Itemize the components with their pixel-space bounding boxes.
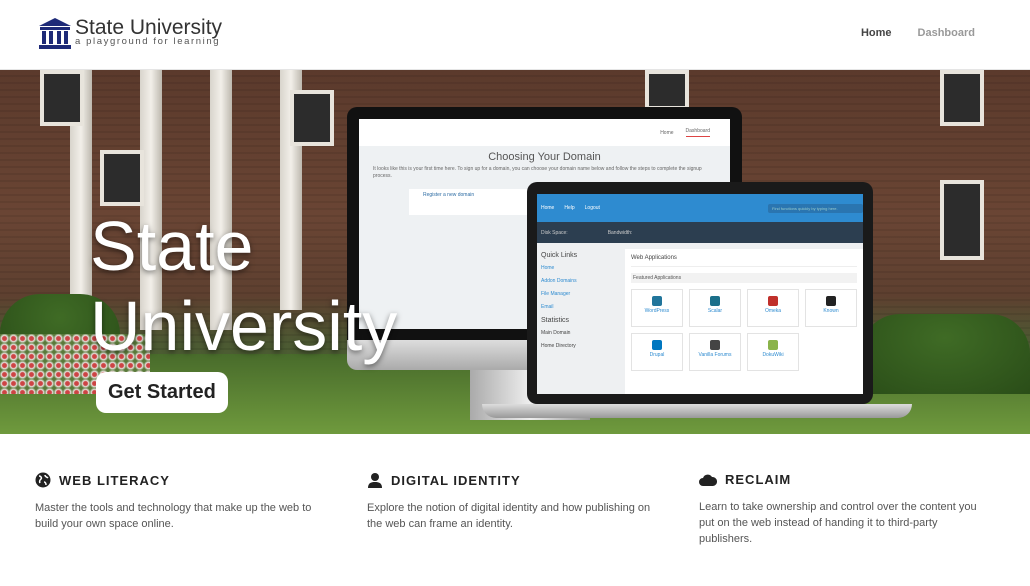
mock-app-tile: Drupal [631,333,683,371]
mock-app-tile: DokuWiki [747,333,799,371]
app-name: Omeka [764,308,782,314]
feature-text: Learn to take ownership and control over… [699,501,977,545]
mock-app-tile: Omeka [747,289,799,327]
logo-title: State University [75,16,223,39]
mock-nav-home: Home [660,129,674,136]
feature-digital-identity: DIGITAL IDENTITY Explore the notion of d… [367,472,657,532]
app-icon [710,296,720,306]
app-icon [826,296,836,306]
mock-link: Home [541,265,555,271]
app-name: WordPress [644,308,670,314]
app-name: Scalar [707,308,723,314]
app-name: DokuWiki [762,352,784,358]
mock-apps-title: Web Applications [631,255,857,267]
hedge [860,314,1030,394]
mock-app-tile: Vanilla Forums [689,333,741,371]
feature-title: DIGITAL IDENTITY [391,472,521,488]
feature-web-literacy: WEB LITERACY Master the tools and techno… [35,472,325,532]
laptop-mockup: Home Help Logout Find functions quickly … [527,182,873,404]
window [100,150,144,206]
site-header: State University a playground for learni… [0,0,1030,70]
app-icon [768,296,778,306]
mock-disk: Disk Space: [541,229,568,236]
mock-main-domain: Main Domain [541,330,571,336]
app-name: Drupal [649,352,665,358]
mock-home: Home [541,205,555,211]
logo-subtitle: a playground for learning [75,36,221,47]
window [290,90,334,146]
window [940,180,984,260]
mock-intro: It looks like this is your first time he… [373,166,702,179]
mock-bandwidth: Bandwidth: [607,229,633,236]
feature-title: RECLAIM [725,472,792,487]
mock-link: Addon Domains [541,278,577,284]
mock-home-dir: Home Directory [541,343,576,349]
cloud-icon [699,474,717,486]
logo[interactable]: State University a playground for learni… [38,17,222,49]
app-icon [768,340,778,350]
user-icon [368,473,382,488]
mock-statistics: Statistics [541,317,570,324]
mock-help: Help [564,205,575,211]
mock-logout: Logout [584,205,600,211]
main-nav: Home Dashboard [861,27,975,39]
mock-link: File Manager [541,291,571,297]
app-icon [710,340,720,350]
nav-home[interactable]: Home [861,27,892,39]
window [645,70,689,110]
nav-dashboard[interactable]: Dashboard [918,27,975,39]
laptop-base [482,404,912,418]
feature-reclaim: RECLAIM Learn to take ownership and cont… [699,472,989,547]
mock-featured: Featured Applications [631,273,857,283]
mock-app-tile: Known [805,289,857,327]
columns-building-icon [39,18,71,49]
app-icon [652,340,662,350]
app-icon [652,296,662,306]
feature-text: Explore the notion of digital identity a… [367,502,651,530]
mock-app-tile: Scalar [689,289,741,327]
feature-title: WEB LITERACY [59,472,170,488]
window [40,70,84,126]
mock-title: Choosing Your Domain [488,151,601,163]
hero-title: State University [90,207,398,365]
window [940,70,984,126]
mock-quick-links: Quick Links [541,252,578,259]
app-name: Vanilla Forums [698,352,732,358]
get-started-button[interactable]: Get Started [96,372,228,413]
mock-search: Find functions quickly by typing here. [768,203,863,213]
globe-icon [35,472,51,488]
hero-banner: Home Dashboard Choosing Your Domain It lo… [0,70,1030,434]
app-name: Known [823,308,839,314]
mock-link: Email [541,304,554,310]
feature-text: Master the tools and technology that mak… [35,502,312,530]
mock-nav-dashboard: Dashboard [685,128,710,137]
mock-app-tile: WordPress [631,289,683,327]
